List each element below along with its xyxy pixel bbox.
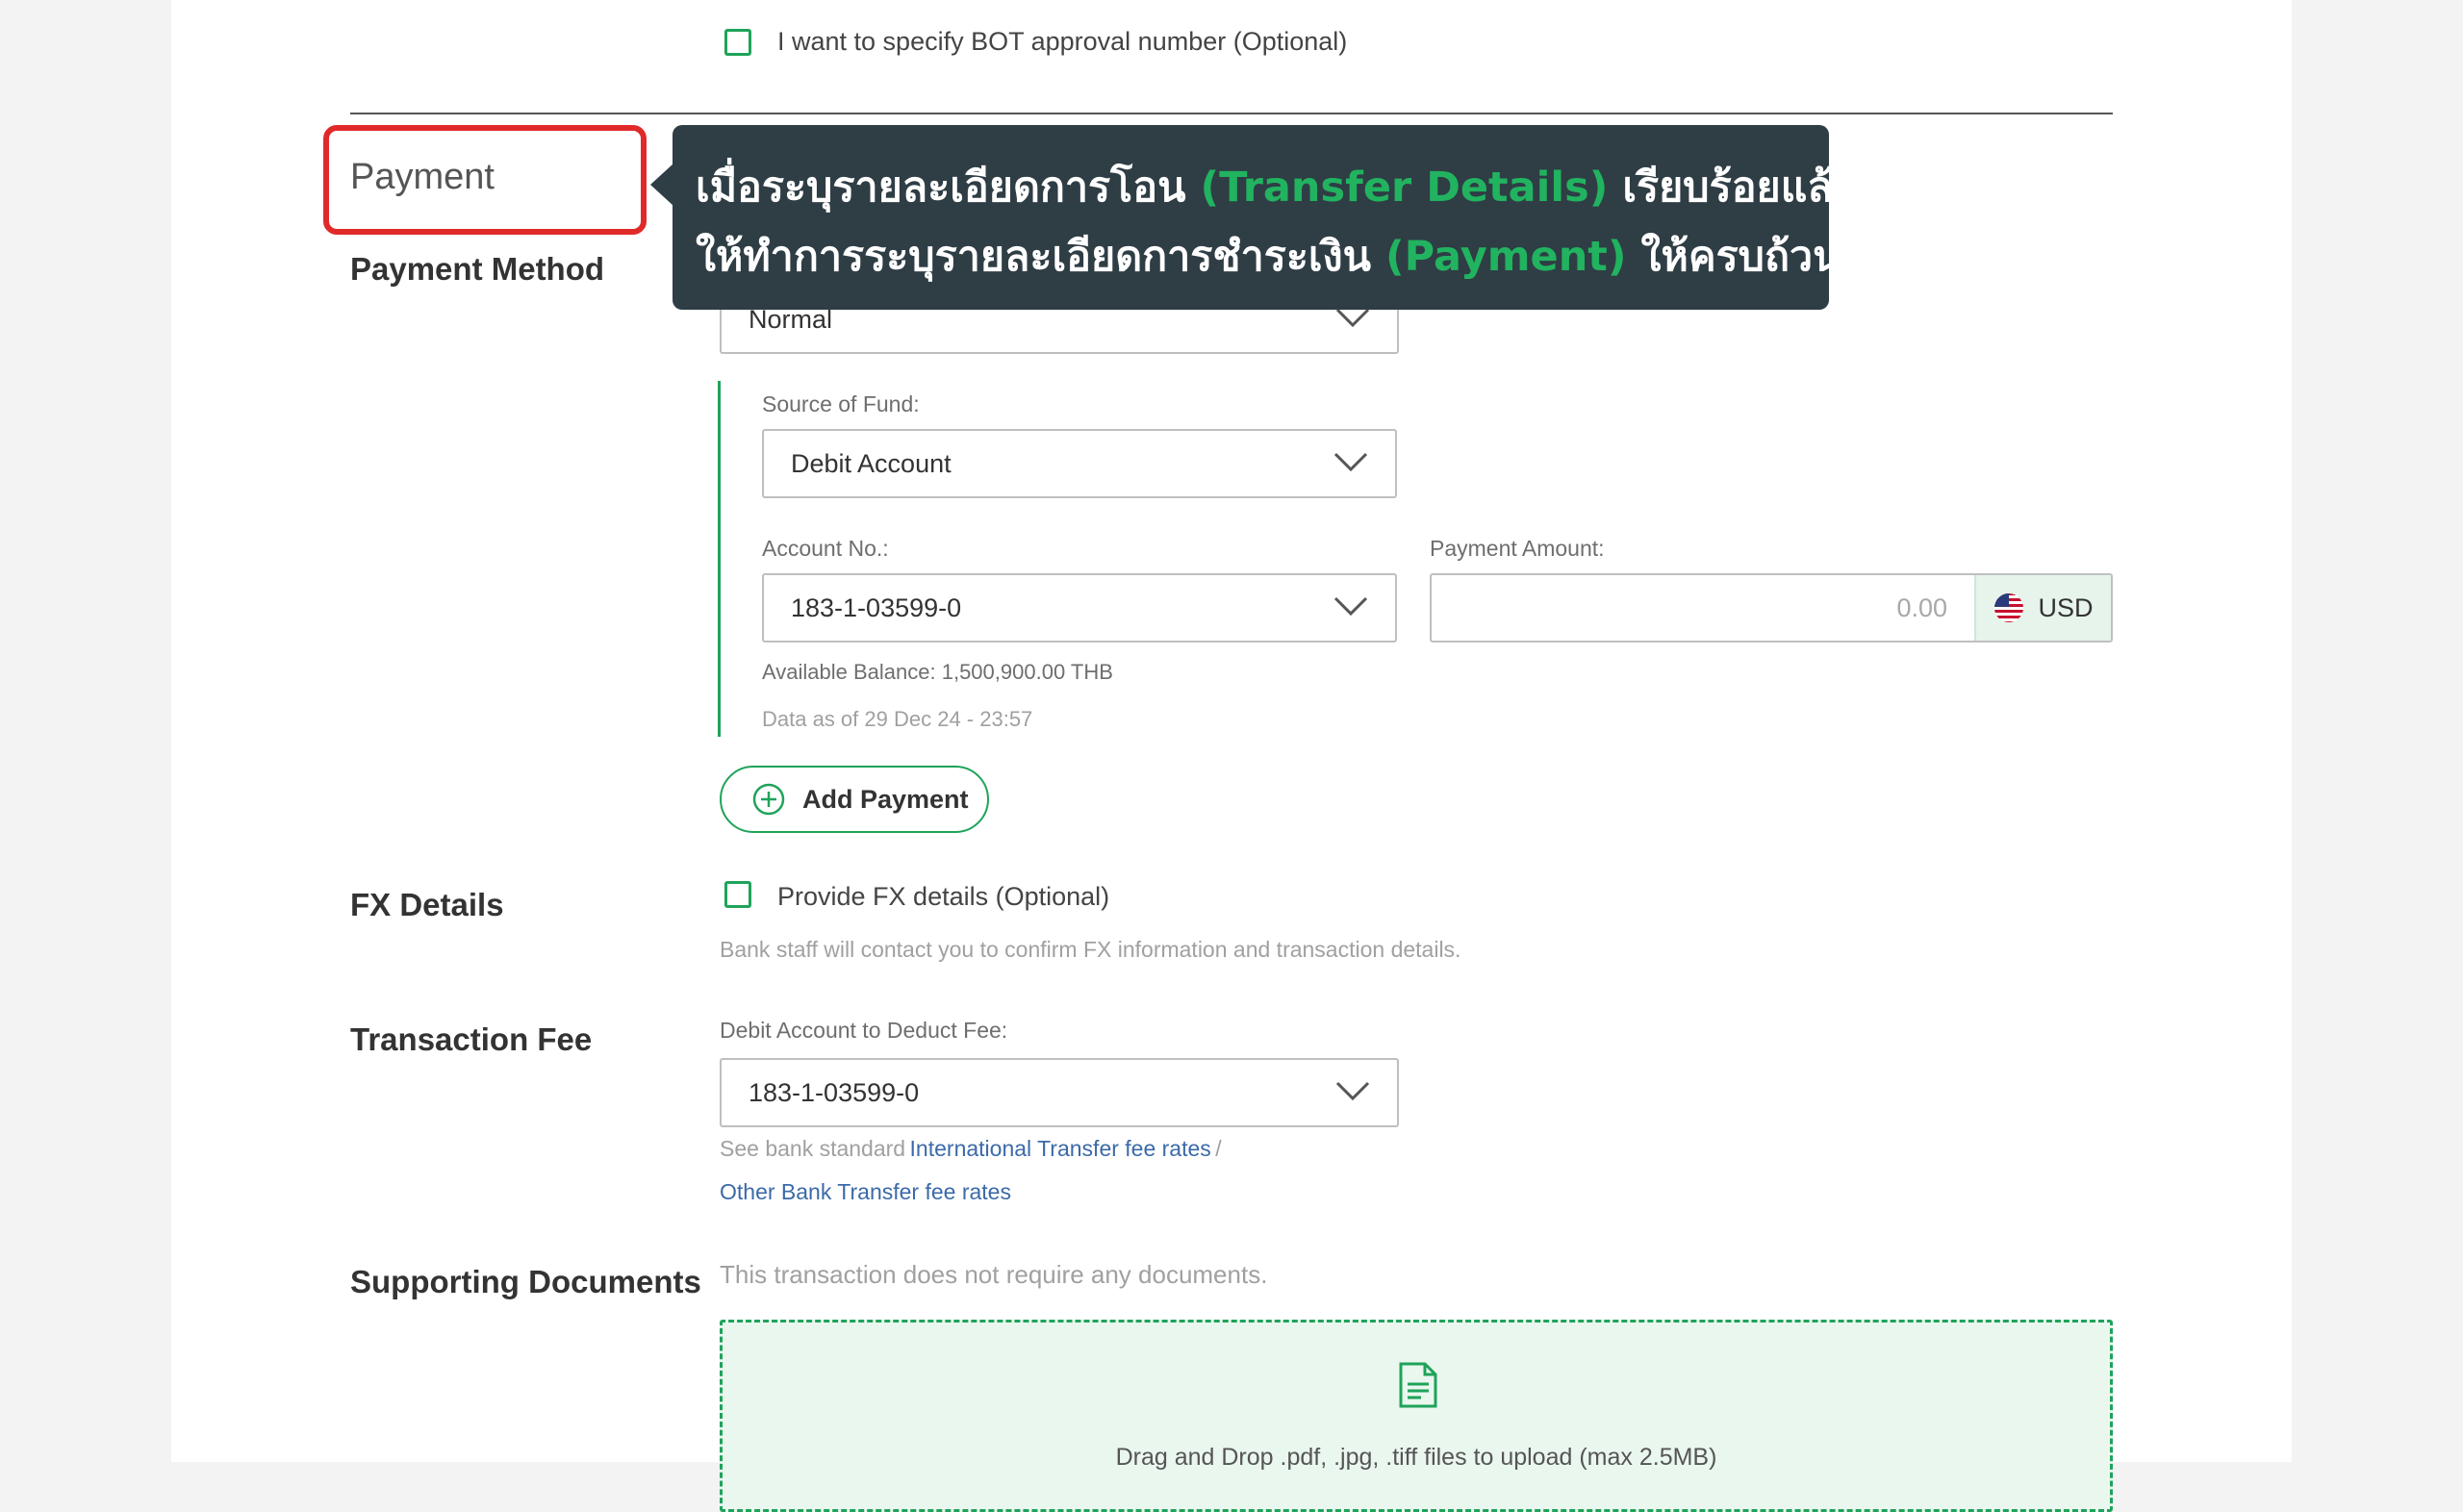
- fx-details-title: FX Details: [350, 887, 504, 922]
- fee-account-select[interactable]: 183-1-03599-0: [720, 1058, 1399, 1127]
- transaction-fee-title: Transaction Fee: [350, 1021, 593, 1057]
- currency-code: USD: [2038, 592, 2094, 622]
- fee-account-value: 183-1-03599-0: [749, 1077, 920, 1107]
- payment-amount-label: Payment Amount:: [1430, 536, 1605, 561]
- source-of-fund-label: Source of Fund:: [762, 391, 920, 416]
- other-bank-fee-link[interactable]: Other Bank Transfer fee rates: [720, 1179, 1011, 1205]
- tooltip-line-1-end: เรียบร้อยแล้ว: [1608, 164, 1856, 212]
- payment-amount-input[interactable]: 0.00: [1432, 575, 1974, 641]
- add-payment-button[interactable]: Add Payment: [720, 766, 989, 833]
- tooltip-line-2-highlight: (Payment): [1384, 233, 1627, 281]
- fx-details-note: Bank staff will contact you to confirm F…: [720, 937, 1461, 962]
- tooltip-line-2-text: ให้ทำการระบุรายละเอียดการชำระเงิน: [696, 233, 1385, 281]
- account-no-value: 183-1-03599-0: [791, 592, 962, 622]
- tooltip-line-2-end: ให้ครบถ้วน: [1626, 233, 1841, 281]
- fee-separator: /: [1215, 1136, 1222, 1161]
- document-icon: [1399, 1362, 1437, 1408]
- file-dropzone[interactable]: Drag and Drop .pdf, .jpg, .tiff files to…: [720, 1320, 2113, 1512]
- supporting-documents-title: Supporting Documents: [350, 1264, 701, 1299]
- data-as-of: Data as of 29 Dec 24 - 23:57: [762, 707, 1033, 731]
- plus-circle-icon: [752, 783, 785, 816]
- instruction-tooltip: เมื่อระบุรายละเอียดการโอน (Transfer Deta…: [673, 125, 1856, 310]
- fx-details-checkbox[interactable]: [724, 881, 751, 908]
- fee-account-label: Debit Account to Deduct Fee:: [720, 1018, 1008, 1043]
- documents-note: This transaction does not require any do…: [720, 1260, 1268, 1289]
- fee-see-text: See bank standard: [720, 1136, 906, 1161]
- bot-approval-checkbox[interactable]: [724, 29, 751, 56]
- add-payment-label: Add Payment: [802, 784, 969, 814]
- payment-amount-field: 0.00 USD: [1430, 573, 2113, 643]
- tooltip-line-2: ให้ทำการระบุรายละเอียดการชำระเงิน (Payme…: [696, 223, 1841, 289]
- chevron-down-icon: [1333, 452, 1368, 471]
- account-no-select[interactable]: 183-1-03599-0: [762, 573, 1397, 643]
- tooltip-line-1: เมื่อระบุรายละเอียดการโอน (Transfer Deta…: [696, 154, 1856, 219]
- tooltip-arrow: [650, 164, 673, 206]
- payment-group-line: [718, 381, 721, 737]
- chevron-down-icon: [1333, 596, 1368, 616]
- section-divider: [350, 113, 2113, 114]
- available-balance: Available Balance: 1,500,900.00 THB: [762, 660, 1113, 684]
- currency-selector[interactable]: USD: [1974, 575, 2111, 641]
- international-fee-link[interactable]: International Transfer fee rates: [910, 1136, 1211, 1161]
- fee-rates-line: See bank standard International Transfer…: [720, 1136, 1222, 1162]
- payment-highlight-box: [323, 125, 647, 235]
- chevron-down-icon: [1335, 308, 1370, 327]
- fx-details-checkbox-label: Provide FX details (Optional): [777, 882, 1110, 911]
- account-no-label: Account No.:: [762, 536, 889, 561]
- bot-approval-label: I want to specify BOT approval number (O…: [777, 27, 1348, 56]
- source-of-fund-value: Debit Account: [791, 448, 952, 478]
- us-flag-icon: [1994, 593, 2024, 622]
- source-of-fund-select[interactable]: Debit Account: [762, 429, 1397, 498]
- tooltip-line-1-text: เมื่อระบุรายละเอียดการโอน: [696, 164, 1201, 212]
- dropzone-text: Drag and Drop .pdf, .jpg, .tiff files to…: [1115, 1444, 1717, 1471]
- payment-method-label: Payment Method: [350, 251, 605, 287]
- chevron-down-icon: [1335, 1081, 1370, 1100]
- tooltip-line-1-highlight: (Transfer Details): [1200, 164, 1609, 212]
